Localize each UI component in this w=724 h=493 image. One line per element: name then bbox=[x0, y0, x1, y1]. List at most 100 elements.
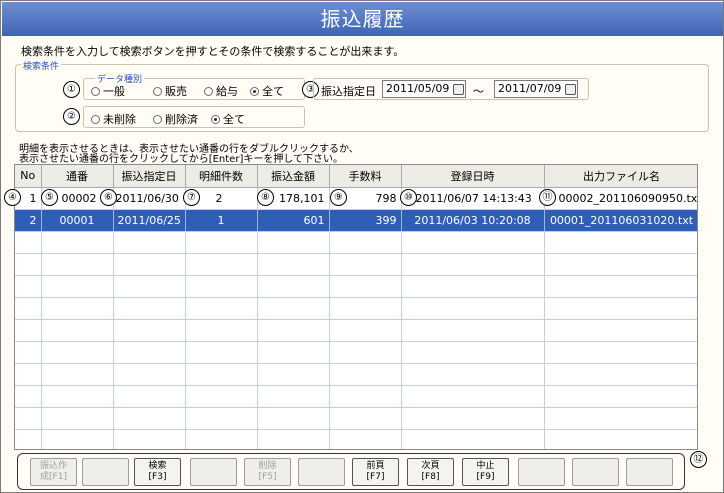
callout-9: ⑨ bbox=[330, 189, 347, 206]
column-header-no[interactable]: No bbox=[15, 165, 42, 188]
callout-1: ① bbox=[63, 81, 80, 98]
cell-date: 2011/06/30 bbox=[113, 187, 186, 210]
column-header-seq[interactable]: 通番 bbox=[41, 165, 114, 188]
cell-count: 1 bbox=[185, 209, 258, 232]
empty-table-row[interactable] bbox=[15, 363, 697, 386]
empty-cell bbox=[41, 385, 114, 408]
cell-file: 00001_201106031020.txt bbox=[544, 209, 697, 232]
empty-cell bbox=[185, 407, 258, 430]
function-key-f3[interactable]: 検索 [F3] bbox=[134, 458, 181, 486]
callout-5: ⑤ bbox=[41, 189, 58, 206]
empty-cell bbox=[401, 297, 545, 320]
empty-table-row[interactable] bbox=[15, 429, 697, 449]
function-key-empty bbox=[518, 458, 565, 486]
empty-cell bbox=[544, 297, 697, 320]
column-header-file[interactable]: 出力ファイル名 bbox=[544, 165, 697, 188]
empty-cell bbox=[329, 319, 402, 342]
empty-cell bbox=[41, 275, 114, 298]
empty-table-row[interactable] bbox=[15, 319, 697, 342]
function-key-label-2: [F5] bbox=[258, 472, 277, 482]
empty-cell bbox=[401, 319, 545, 342]
function-key-label-2: [F8] bbox=[421, 472, 440, 482]
cell-date: 2011/06/25 bbox=[113, 209, 186, 232]
calendar-icon[interactable] bbox=[565, 84, 576, 95]
callout-4: ④ bbox=[4, 189, 21, 206]
function-key-empty bbox=[82, 458, 129, 486]
radio-data-type-salary[interactable]: 給与 bbox=[204, 83, 238, 99]
cell-amount: 601 bbox=[257, 209, 330, 232]
table-row[interactable]: 2 00001 2011/06/25 1 601 399 2011/06/03 … bbox=[15, 209, 697, 232]
empty-cell bbox=[544, 363, 697, 386]
window-title: 振込履歴 bbox=[2, 2, 723, 36]
empty-cell bbox=[113, 429, 186, 449]
empty-cell bbox=[15, 275, 42, 298]
radio-delete-all[interactable]: 全て bbox=[211, 111, 245, 127]
radio-data-type-all[interactable]: 全て bbox=[250, 83, 284, 99]
radio-dot bbox=[153, 86, 162, 96]
cell-no: 2 bbox=[15, 209, 42, 232]
cell-seq: 00001 bbox=[41, 209, 114, 232]
radio-deleted[interactable]: 削除済 bbox=[153, 111, 198, 127]
date-range-label: 振込指定日 bbox=[321, 85, 376, 98]
column-header-count[interactable]: 明細件数 bbox=[185, 165, 258, 188]
table-row[interactable]: 1 00002 2011/06/30 2 178,101 798 2011/06… bbox=[15, 187, 697, 210]
empty-cell bbox=[41, 363, 114, 386]
empty-cell bbox=[544, 275, 697, 298]
callout-10: ⑩ bbox=[400, 189, 417, 206]
empty-cell bbox=[329, 385, 402, 408]
empty-cell bbox=[15, 297, 42, 320]
empty-table-row[interactable] bbox=[15, 253, 697, 276]
function-key-f7[interactable]: 前頁 [F7] bbox=[352, 458, 399, 486]
empty-cell bbox=[15, 363, 42, 386]
empty-cell bbox=[329, 341, 402, 364]
empty-cell bbox=[401, 253, 545, 276]
empty-cell bbox=[113, 363, 186, 386]
empty-cell bbox=[329, 429, 402, 449]
empty-table-row[interactable] bbox=[15, 407, 697, 430]
function-key-label-2: [F3] bbox=[148, 472, 167, 482]
empty-cell bbox=[41, 231, 114, 254]
empty-cell bbox=[257, 275, 330, 298]
cell-file: 00002_201106090950.txt bbox=[544, 187, 697, 210]
function-key-f8[interactable]: 次頁 [F8] bbox=[407, 458, 454, 486]
empty-table-row[interactable] bbox=[15, 341, 697, 364]
empty-cell bbox=[401, 363, 545, 386]
empty-cell bbox=[41, 253, 114, 276]
empty-table-row[interactable] bbox=[15, 231, 697, 254]
calendar-icon[interactable] bbox=[453, 84, 464, 95]
empty-table-row[interactable] bbox=[15, 275, 697, 298]
radio-dot bbox=[91, 86, 100, 96]
empty-cell bbox=[15, 385, 42, 408]
radio-dot bbox=[153, 114, 162, 124]
function-key-f9[interactable]: 中止 [F9] bbox=[462, 458, 509, 486]
empty-cell bbox=[113, 297, 186, 320]
empty-cell bbox=[544, 407, 697, 430]
empty-cell bbox=[257, 407, 330, 430]
callout-11: ⑪ bbox=[539, 189, 556, 206]
empty-table-row[interactable] bbox=[15, 297, 697, 320]
table-header-row: No 通番 振込指定日 明細件数 振込金額 手数料 登録日時 出力ファイル名 bbox=[15, 165, 697, 188]
column-header-registered[interactable]: 登録日時 bbox=[401, 165, 545, 188]
function-key-label-2: [F7] bbox=[366, 472, 385, 482]
empty-cell bbox=[15, 407, 42, 430]
empty-cell bbox=[15, 253, 42, 276]
history-table[interactable]: No 通番 振込指定日 明細件数 振込金額 手数料 登録日時 出力ファイル名 1… bbox=[14, 164, 698, 450]
empty-cell bbox=[15, 341, 42, 364]
function-key-f5: 削除 [F5] bbox=[244, 458, 291, 486]
search-panel-legend: 検索条件 bbox=[21, 59, 62, 72]
empty-cell bbox=[113, 385, 186, 408]
radio-dot bbox=[211, 114, 220, 124]
empty-cell bbox=[329, 275, 402, 298]
radio-label: 給与 bbox=[216, 85, 238, 98]
empty-cell bbox=[41, 407, 114, 430]
column-header-fee[interactable]: 手数料 bbox=[329, 165, 402, 188]
empty-table-row[interactable] bbox=[15, 385, 697, 408]
radio-not-deleted[interactable]: 未削除 bbox=[91, 111, 136, 127]
radio-data-type-general[interactable]: 一般 bbox=[91, 83, 125, 99]
empty-cell bbox=[41, 429, 114, 449]
column-header-date[interactable]: 振込指定日 bbox=[113, 165, 186, 188]
function-key-label-1: 中止 bbox=[476, 461, 495, 471]
column-header-amount[interactable]: 振込金額 bbox=[257, 165, 330, 188]
radio-data-type-sales[interactable]: 販売 bbox=[153, 83, 187, 99]
empty-cell bbox=[544, 341, 697, 364]
